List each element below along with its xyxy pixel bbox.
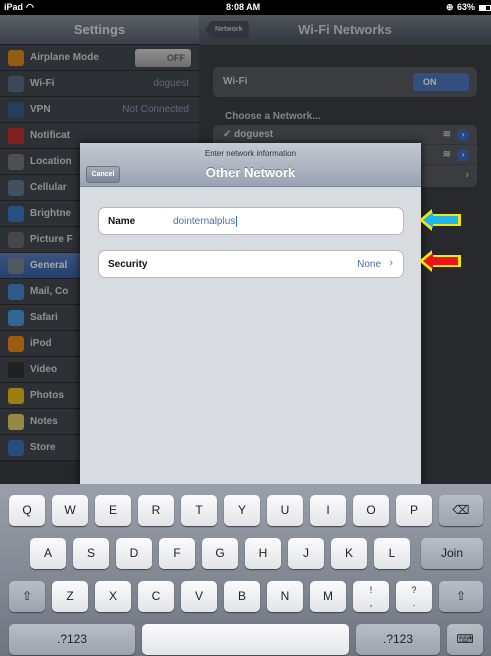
key-q[interactable]: Q: [9, 495, 45, 526]
device-label: iPad: [4, 2, 24, 12]
key-y[interactable]: Y: [224, 495, 260, 526]
key-n[interactable]: N: [267, 581, 303, 612]
shift-right-key[interactable]: ⇧: [439, 581, 483, 612]
key-u[interactable]: U: [267, 495, 303, 526]
hide-keyboard-icon[interactable]: ⌨: [447, 624, 483, 655]
key-h[interactable]: H: [245, 538, 281, 569]
keyboard: Q W E R T Y U I O P ⌫ A S D F G H J K L Join ⇧ Z X C V B N M!,?. ⇧ .?1…: [0, 484, 491, 656]
cancel-button[interactable]: Cancel: [86, 166, 120, 183]
exclamation-key-bottom: ,: [369, 598, 373, 608]
key-t[interactable]: T: [181, 495, 217, 526]
key-k[interactable]: K: [331, 538, 367, 569]
key-l[interactable]: L: [374, 538, 410, 569]
key-r[interactable]: R: [138, 495, 174, 526]
key-i[interactable]: I: [310, 495, 346, 526]
question-key-bottom: .: [412, 598, 416, 608]
key-f[interactable]: F: [159, 538, 195, 569]
key-d[interactable]: D: [116, 538, 152, 569]
numbers-key-left[interactable]: .?123: [9, 624, 135, 655]
space-key[interactable]: [142, 624, 349, 655]
security-label: Security: [108, 259, 148, 270]
lock-rotation-icon: ⊕: [446, 2, 454, 12]
key-b[interactable]: B: [224, 581, 260, 612]
battery-icon: [477, 2, 491, 12]
exclamation-key[interactable]: !,: [353, 581, 389, 612]
status-bar: iPad ◠ 8:08 AM ⊕ 63%: [0, 0, 491, 15]
key-c[interactable]: C: [138, 581, 174, 612]
key-a[interactable]: A: [30, 538, 66, 569]
dialog-title: Other Network: [205, 165, 296, 180]
key-o[interactable]: O: [353, 495, 389, 526]
key-w[interactable]: W: [52, 495, 88, 526]
battery-percent: 63%: [457, 2, 476, 12]
clock: 8:08 AM: [226, 2, 261, 12]
dialog-prompt: Enter network information: [204, 149, 297, 158]
chevron-right-icon: ›: [389, 257, 393, 269]
backspace-key[interactable]: ⌫: [439, 495, 483, 526]
dialog-header: Enter network information Other Network …: [80, 143, 421, 187]
shift-left-key[interactable]: ⇧: [9, 581, 45, 612]
key-p[interactable]: P: [396, 495, 432, 526]
name-value[interactable]: dointernalplus: [173, 216, 238, 228]
key-m[interactable]: M: [310, 581, 346, 612]
key-g[interactable]: G: [202, 538, 238, 569]
join-key[interactable]: Join: [421, 538, 483, 569]
other-network-dialog: Enter network information Other Network …: [80, 143, 421, 513]
name-field[interactable]: Name dointernalplus: [98, 207, 404, 235]
red-arrow-icon: [419, 250, 461, 272]
name-label: Name: [108, 216, 136, 227]
key-e[interactable]: E: [95, 495, 131, 526]
key-j[interactable]: J: [288, 538, 324, 569]
question-key[interactable]: ?.: [396, 581, 432, 612]
numbers-key-right[interactable]: .?123: [356, 624, 440, 655]
key-z[interactable]: Z: [52, 581, 88, 612]
exclamation-key-top: !: [369, 585, 373, 595]
key-s[interactable]: S: [73, 538, 109, 569]
security-row[interactable]: Security None ›: [98, 250, 404, 278]
key-x[interactable]: X: [95, 581, 131, 612]
blue-arrow-icon: [419, 209, 461, 231]
question-key-top: ?: [411, 585, 417, 595]
screen: iPad ◠ 8:08 AM ⊕ 63% Settings Airplane M…: [0, 0, 491, 656]
key-v[interactable]: V: [181, 581, 217, 612]
wifi-signal-icon: ◠: [26, 2, 34, 12]
name-input-text: dointernalplus: [173, 216, 236, 228]
security-value: None: [357, 259, 381, 270]
